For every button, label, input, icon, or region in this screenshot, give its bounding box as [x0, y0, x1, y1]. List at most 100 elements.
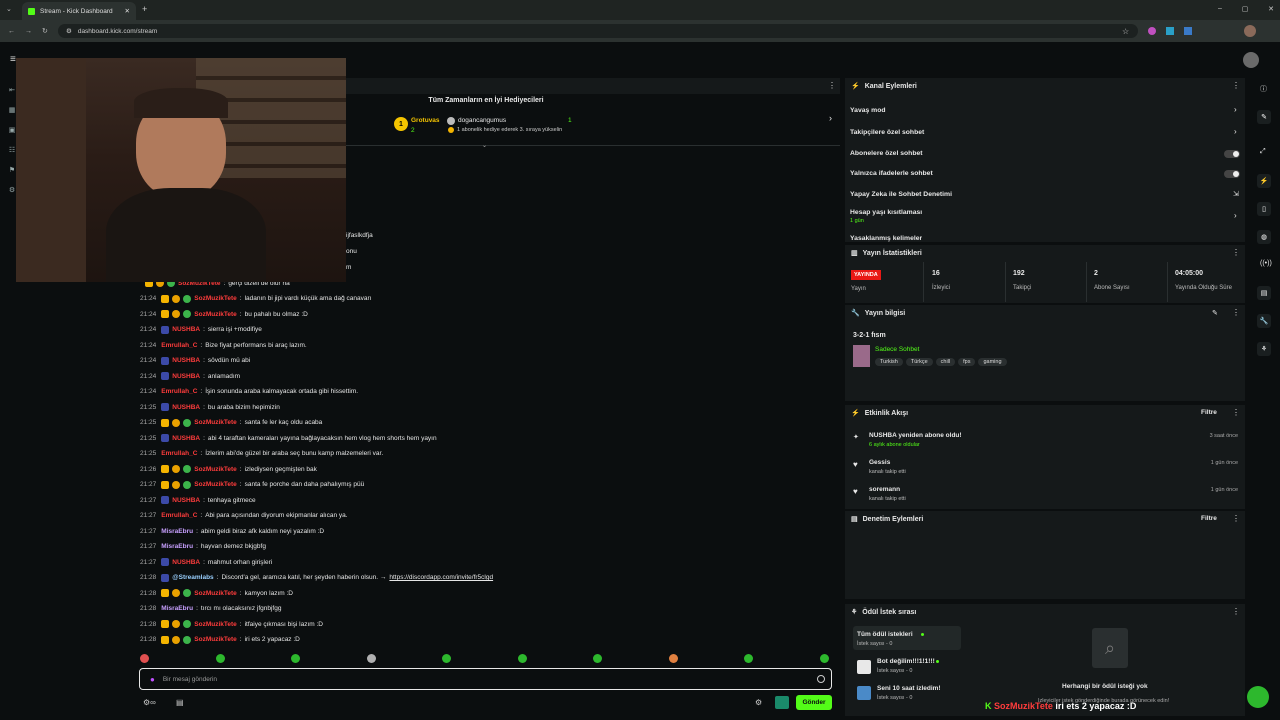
chat-username[interactable]: NUSHBA [172, 559, 200, 566]
browser-tab[interactable]: Stream - Kick Dashboard ✕ [22, 2, 136, 20]
gift-box-icon[interactable]: ▤ [176, 698, 184, 707]
channel-actions-more-icon[interactable]: ⋮ [1232, 81, 1240, 90]
help-fab-icon[interactable] [1247, 686, 1269, 708]
external-link-icon[interactable]: ⇲ [1233, 190, 1239, 198]
chat-username[interactable]: MisraEbru [161, 605, 193, 612]
chat-username[interactable]: NUSHBA [172, 404, 200, 411]
bolt-icon[interactable]: ⚡ [1257, 174, 1271, 188]
menu-icon[interactable]: ≡ [10, 54, 16, 65]
moderation-icon[interactable]: ⚑ [8, 166, 16, 174]
chat-username[interactable]: NUSHBA [172, 497, 200, 504]
chat-username[interactable]: SozMuzikTete [194, 621, 237, 628]
stream-icon[interactable]: ▣ [8, 126, 16, 134]
chevron-right-icon[interactable]: › [1234, 127, 1237, 136]
moderation-filter-button[interactable]: Filtre [1201, 515, 1217, 522]
emote-icon[interactable] [442, 654, 451, 663]
chat-username[interactable]: Emrullah_C [161, 512, 197, 519]
chat-username[interactable]: NUSHBA [172, 373, 200, 380]
emote-icon[interactable] [366, 654, 376, 663]
reload-icon[interactable]: ↻ [42, 27, 48, 35]
category-name[interactable]: Sadece Sohbet [875, 346, 919, 353]
send-button[interactable]: Gönder [796, 695, 832, 710]
chat-username[interactable]: NUSHBA [172, 326, 200, 333]
emote-icon[interactable] [819, 654, 829, 663]
reward-item-title[interactable]: Bot değilim!!!1!1!!! [877, 658, 935, 665]
tab-list-icon[interactable]: ⌄ [6, 5, 12, 13]
community-icon[interactable]: ☷ [8, 146, 16, 154]
reward-icon[interactable]: ⚘ [1257, 342, 1271, 356]
dashboard-icon[interactable]: ▦ [8, 106, 16, 114]
chat-input[interactable]: ● Bir mesaj gönderin [139, 668, 832, 690]
emotes-only-toggle[interactable] [1224, 170, 1240, 178]
edit-icon[interactable]: ✎ [1257, 110, 1271, 124]
chat-link[interactable]: https://discordapp.com/invite/fr5clgd [389, 574, 493, 581]
tag[interactable]: chill [935, 358, 956, 366]
profile-avatar[interactable] [1244, 25, 1256, 37]
site-info-icon[interactable]: ⚙ [66, 27, 72, 35]
wrench-icon[interactable]: 🔧 [1257, 314, 1271, 328]
user-avatar[interactable] [1243, 52, 1259, 68]
broadcast-icon[interactable]: ((•)) [1260, 260, 1272, 267]
new-tab-icon[interactable]: + [142, 4, 147, 14]
chat-username[interactable]: NUSHBA [172, 435, 200, 442]
next-icon[interactable]: › [829, 113, 832, 123]
chevron-right-icon[interactable]: › [1234, 105, 1237, 114]
emote-icon[interactable] [744, 654, 753, 663]
chat-username[interactable]: SozMuzikTete [194, 295, 237, 302]
forward-icon[interactable]: → [25, 28, 32, 35]
extension-icon[interactable] [1148, 27, 1156, 35]
moderation-more-icon[interactable]: ⋮ [1232, 514, 1240, 523]
activity-filter-button[interactable]: Filtre [1201, 409, 1217, 416]
minimize-icon[interactable]: – [1218, 5, 1222, 13]
expand-icon[interactable]: ⌄ [482, 142, 487, 149]
reward-item-title[interactable]: Seni 10 saat izledim! [877, 685, 941, 692]
chat-username[interactable]: SozMuzikTete [194, 636, 237, 643]
chat-icon[interactable]: ◍ [1257, 230, 1271, 244]
emote-icon[interactable] [215, 654, 225, 663]
document-icon[interactable]: ▯ [1257, 202, 1271, 216]
chat-username[interactable]: Emrullah_C [161, 342, 197, 349]
back-icon[interactable]: ← [8, 28, 15, 35]
stats-icon[interactable]: ▤ [1257, 286, 1271, 300]
chat-settings-icon[interactable]: ⚙ [755, 698, 762, 707]
chat-username[interactable]: SozMuzikTete [194, 481, 237, 488]
bookmark-star-icon[interactable]: ☆ [1122, 27, 1129, 36]
stats-more-icon[interactable]: ⋮ [1232, 248, 1240, 257]
emote-icon[interactable] [140, 654, 149, 663]
close-tab-icon[interactable]: ✕ [125, 7, 130, 15]
action-followers-only[interactable]: Takipçilere özel sohbet [850, 129, 924, 136]
emote-icon[interactable] [517, 654, 527, 663]
chat-username[interactable]: MisraEbru [161, 528, 193, 535]
stream-info-more-icon[interactable]: ⋮ [1232, 308, 1240, 317]
action-banned-words[interactable]: Yasaklanmış kelimeler [850, 235, 922, 242]
chat-username[interactable]: SozMuzikTete [194, 590, 237, 597]
chat-username[interactable]: SozMuzikTete [194, 466, 237, 473]
url-field[interactable]: ⚙ dashboard.kick.com/stream [58, 24, 1138, 38]
edit-icon[interactable]: ✎ [1212, 309, 1218, 317]
tag[interactable]: Turkish [875, 358, 903, 366]
emote-icon[interactable] [593, 654, 602, 663]
chat-username[interactable]: NUSHBA [172, 357, 200, 364]
maximize-icon[interactable]: ▢ [1242, 5, 1249, 13]
info-icon[interactable]: ⓘ [1260, 84, 1267, 94]
close-window-icon[interactable]: ✕ [1268, 5, 1274, 13]
tag[interactable]: Türkçe [905, 358, 933, 366]
chat-username[interactable]: Emrullah_C [161, 388, 197, 395]
expand-icon[interactable]: ⤢ [1260, 148, 1266, 156]
tag[interactable]: gaming [978, 358, 1007, 366]
chat-username[interactable]: SozMuzikTete [194, 311, 237, 318]
window-controls[interactable]: – ▢ ✕ [1218, 5, 1274, 13]
chat-username[interactable]: @Streamlabs [172, 574, 213, 581]
emoji-icon[interactable] [817, 675, 825, 683]
chat-username[interactable]: Emrullah_C [161, 450, 197, 457]
points-icon[interactable]: ⚙∞ [143, 698, 156, 707]
emote-icon[interactable] [668, 654, 678, 663]
mic-icon[interactable]: ● [150, 675, 155, 684]
extension-icon[interactable] [1166, 27, 1174, 35]
chevron-right-icon[interactable]: › [1234, 211, 1237, 220]
action-slow-mode[interactable]: Yavaş mod [850, 107, 886, 114]
reward-more-icon[interactable]: ⋮ [1232, 607, 1240, 616]
extension-icon[interactable] [1184, 27, 1192, 35]
chat-username[interactable]: SozMuzikTete [194, 419, 237, 426]
tag[interactable]: fps [958, 358, 976, 366]
